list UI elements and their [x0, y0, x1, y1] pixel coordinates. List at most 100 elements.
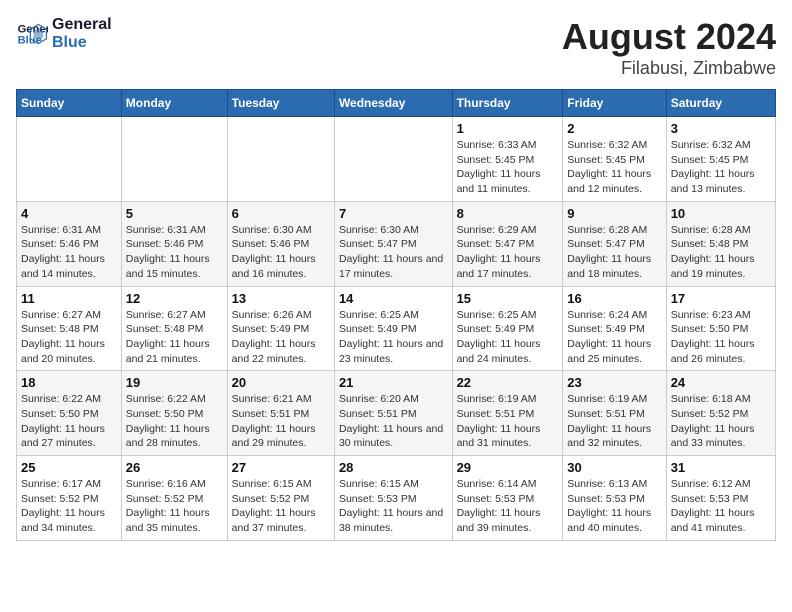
calendar-cell: 5Sunrise: 6:31 AM Sunset: 5:46 PM Daylig… [121, 201, 227, 286]
day-info: Sunrise: 6:26 AM Sunset: 5:49 PM Dayligh… [232, 308, 330, 367]
day-info: Sunrise: 6:17 AM Sunset: 5:52 PM Dayligh… [21, 477, 117, 536]
day-info: Sunrise: 6:19 AM Sunset: 5:51 PM Dayligh… [457, 392, 559, 451]
day-info: Sunrise: 6:20 AM Sunset: 5:51 PM Dayligh… [339, 392, 448, 451]
calendar-cell: 4 Sunrise: 6:31 AM Sunset: 5:46 PM Daylig… [17, 201, 122, 286]
main-title: August 2024 [562, 16, 776, 58]
calendar-week-row: 4 Sunrise: 6:31 AM Sunset: 5:46 PM Daylig… [17, 201, 776, 286]
calendar-cell: 28 Sunrise: 6:15 AM Sunset: 5:53 PM Dayli… [334, 456, 452, 541]
day-info: Sunrise: 6:32 AM Sunset: 5:45 PM Dayligh… [671, 138, 771, 197]
calendar-cell: 17 Sunrise: 6:23 AM Sunset: 5:50 PM Dayli… [666, 286, 775, 371]
day-number: 9 [567, 206, 661, 221]
calendar-cell: 10 Sunrise: 6:28 AM Sunset: 5:48 PM Dayli… [666, 201, 775, 286]
page-header: General Blue General Blue August 2024 Fi… [16, 16, 776, 79]
subtitle: Filabusi, Zimbabwe [562, 58, 776, 79]
day-info: Sunrise: 6:12 AM Sunset: 5:53 PM Dayligh… [671, 477, 771, 536]
day-info: Sunrise: 6:31 AM Sunset: 5:46 PM Dayligh… [126, 223, 223, 282]
day-number: 15 [457, 291, 559, 306]
day-info: Sunrise: 6:30 AM Sunset: 5:47 PM Dayligh… [339, 223, 448, 282]
calendar-cell: 19 Sunrise: 6:22 AM Sunset: 5:50 PM Dayli… [121, 371, 227, 456]
calendar-cell [17, 117, 122, 202]
column-header-saturday: Saturday [666, 90, 775, 117]
day-number: 28 [339, 460, 448, 475]
calendar-cell: 1 Sunrise: 6:33 AM Sunset: 5:45 PM Daylig… [452, 117, 563, 202]
calendar-cell: 18Sunrise: 6:22 AM Sunset: 5:50 PM Dayli… [17, 371, 122, 456]
calendar-cell [334, 117, 452, 202]
calendar-week-row: 18Sunrise: 6:22 AM Sunset: 5:50 PM Dayli… [17, 371, 776, 456]
day-number: 12 [126, 291, 223, 306]
title-block: August 2024 Filabusi, Zimbabwe [562, 16, 776, 79]
day-number: 6 [232, 206, 330, 221]
calendar-cell: 14 Sunrise: 6:25 AM Sunset: 5:49 PM Dayli… [334, 286, 452, 371]
calendar-cell: 7 Sunrise: 6:30 AM Sunset: 5:47 PM Daylig… [334, 201, 452, 286]
calendar-cell: 12 Sunrise: 6:27 AM Sunset: 5:48 PM Dayli… [121, 286, 227, 371]
calendar-cell: 6 Sunrise: 6:30 AM Sunset: 5:46 PM Daylig… [227, 201, 334, 286]
column-header-friday: Friday [563, 90, 666, 117]
column-header-monday: Monday [121, 90, 227, 117]
day-info: Sunrise: 6:33 AM Sunset: 5:45 PM Dayligh… [457, 138, 559, 197]
calendar-cell: 11Sunrise: 6:27 AM Sunset: 5:48 PM Dayli… [17, 286, 122, 371]
day-number: 17 [671, 291, 771, 306]
day-info: Sunrise: 6:24 AM Sunset: 5:49 PM Dayligh… [567, 308, 661, 367]
day-info: Sunrise: 6:13 AM Sunset: 5:53 PM Dayligh… [567, 477, 661, 536]
day-number: 24 [671, 375, 771, 390]
day-info: Sunrise: 6:25 AM Sunset: 5:49 PM Dayligh… [339, 308, 448, 367]
logo: General Blue General Blue [16, 16, 112, 52]
calendar-cell: 30Sunrise: 6:13 AM Sunset: 5:53 PM Dayli… [563, 456, 666, 541]
day-number: 13 [232, 291, 330, 306]
calendar-cell: 15Sunrise: 6:25 AM Sunset: 5:49 PM Dayli… [452, 286, 563, 371]
day-info: Sunrise: 6:31 AM Sunset: 5:46 PM Dayligh… [21, 223, 117, 282]
calendar-week-row: 11Sunrise: 6:27 AM Sunset: 5:48 PM Dayli… [17, 286, 776, 371]
logo-text-general: General [52, 16, 112, 34]
calendar-cell: 23 Sunrise: 6:19 AM Sunset: 5:51 PM Dayli… [563, 371, 666, 456]
calendar-cell: 8Sunrise: 6:29 AM Sunset: 5:47 PM Daylig… [452, 201, 563, 286]
calendar-cell: 24 Sunrise: 6:18 AM Sunset: 5:52 PM Dayli… [666, 371, 775, 456]
calendar-cell: 25 Sunrise: 6:17 AM Sunset: 5:52 PM Dayli… [17, 456, 122, 541]
calendar-cell: 27Sunrise: 6:15 AM Sunset: 5:52 PM Dayli… [227, 456, 334, 541]
calendar-cell: 29Sunrise: 6:14 AM Sunset: 5:53 PM Dayli… [452, 456, 563, 541]
day-info: Sunrise: 6:22 AM Sunset: 5:50 PM Dayligh… [21, 392, 117, 451]
day-number: 4 [21, 206, 117, 221]
day-number: 21 [339, 375, 448, 390]
day-info: Sunrise: 6:27 AM Sunset: 5:48 PM Dayligh… [126, 308, 223, 367]
column-header-tuesday: Tuesday [227, 90, 334, 117]
day-number: 1 [457, 121, 559, 136]
calendar-cell: 22Sunrise: 6:19 AM Sunset: 5:51 PM Dayli… [452, 371, 563, 456]
day-number: 29 [457, 460, 559, 475]
day-info: Sunrise: 6:30 AM Sunset: 5:46 PM Dayligh… [232, 223, 330, 282]
day-info: Sunrise: 6:22 AM Sunset: 5:50 PM Dayligh… [126, 392, 223, 451]
calendar-cell: 21 Sunrise: 6:20 AM Sunset: 5:51 PM Dayli… [334, 371, 452, 456]
day-number: 3 [671, 121, 771, 136]
day-number: 14 [339, 291, 448, 306]
calendar-cell: 16Sunrise: 6:24 AM Sunset: 5:49 PM Dayli… [563, 286, 666, 371]
calendar-cell: 2Sunrise: 6:32 AM Sunset: 5:45 PM Daylig… [563, 117, 666, 202]
day-number: 7 [339, 206, 448, 221]
logo-icon: General Blue [16, 18, 48, 50]
calendar-cell: 31 Sunrise: 6:12 AM Sunset: 5:53 PM Dayli… [666, 456, 775, 541]
day-number: 19 [126, 375, 223, 390]
day-number: 27 [232, 460, 330, 475]
day-number: 23 [567, 375, 661, 390]
day-number: 20 [232, 375, 330, 390]
day-number: 25 [21, 460, 117, 475]
day-info: Sunrise: 6:23 AM Sunset: 5:50 PM Dayligh… [671, 308, 771, 367]
day-info: Sunrise: 6:32 AM Sunset: 5:45 PM Dayligh… [567, 138, 661, 197]
day-number: 31 [671, 460, 771, 475]
column-header-sunday: Sunday [17, 90, 122, 117]
calendar-header-row: SundayMondayTuesdayWednesdayThursdayFrid… [17, 90, 776, 117]
logo-text-blue: Blue [52, 34, 112, 52]
calendar-cell: 3 Sunrise: 6:32 AM Sunset: 5:45 PM Daylig… [666, 117, 775, 202]
day-info: Sunrise: 6:28 AM Sunset: 5:47 PM Dayligh… [567, 223, 661, 282]
day-number: 8 [457, 206, 559, 221]
day-number: 10 [671, 206, 771, 221]
day-info: Sunrise: 6:19 AM Sunset: 5:51 PM Dayligh… [567, 392, 661, 451]
day-info: Sunrise: 6:15 AM Sunset: 5:53 PM Dayligh… [339, 477, 448, 536]
day-info: Sunrise: 6:28 AM Sunset: 5:48 PM Dayligh… [671, 223, 771, 282]
day-info: Sunrise: 6:18 AM Sunset: 5:52 PM Dayligh… [671, 392, 771, 451]
calendar-cell: 9 Sunrise: 6:28 AM Sunset: 5:47 PM Daylig… [563, 201, 666, 286]
calendar-cell: 26Sunrise: 6:16 AM Sunset: 5:52 PM Dayli… [121, 456, 227, 541]
column-header-thursday: Thursday [452, 90, 563, 117]
day-info: Sunrise: 6:21 AM Sunset: 5:51 PM Dayligh… [232, 392, 330, 451]
calendar-cell [227, 117, 334, 202]
calendar-cell [121, 117, 227, 202]
calendar-table: SundayMondayTuesdayWednesdayThursdayFrid… [16, 89, 776, 541]
